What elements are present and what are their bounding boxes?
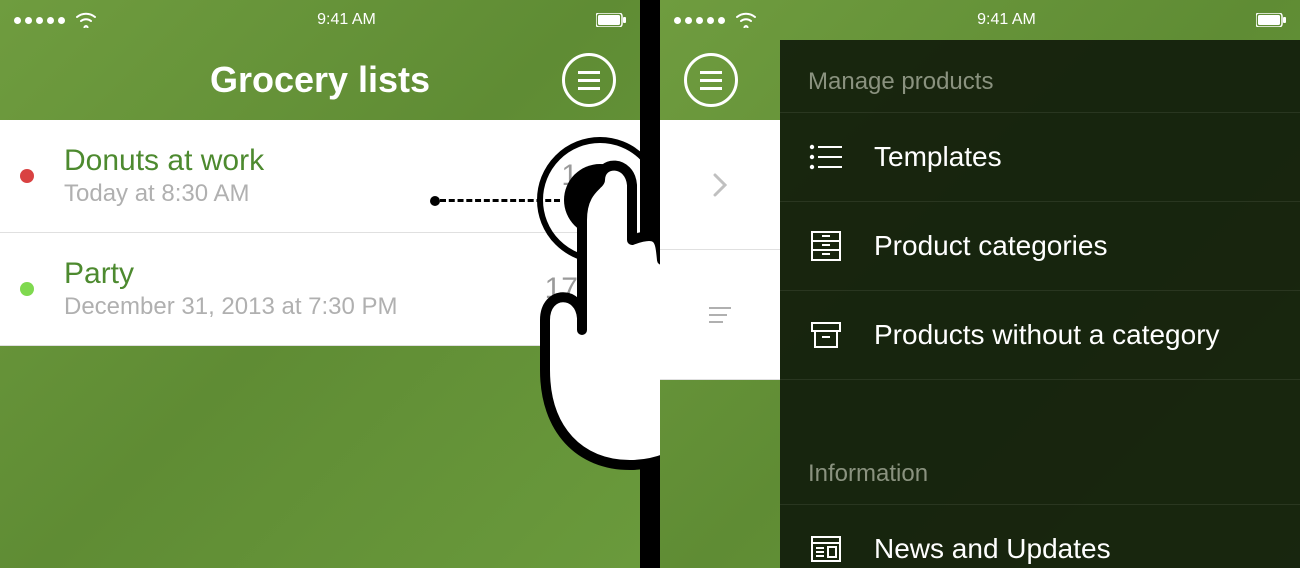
status-time: 9:41 AM <box>977 11 1036 29</box>
battery-icon <box>1256 13 1286 27</box>
lines-icon <box>709 306 731 324</box>
color-dot-icon <box>20 282 34 296</box>
grocery-list: Donuts at work Today at 8:30 AM 1 Party … <box>0 120 640 346</box>
categories-icon <box>808 228 844 264</box>
color-dot-icon <box>20 169 34 183</box>
menu-item-categories[interactable]: Product categories <box>780 202 1300 291</box>
list-item-count: 17 <box>545 272 578 306</box>
signal-dots-icon <box>14 17 65 24</box>
menu-item-templates[interactable]: Templates <box>780 113 1300 202</box>
chevron-right-icon <box>606 164 620 188</box>
archive-icon <box>808 317 844 353</box>
list-item-subtitle: Today at 8:30 AM <box>64 180 561 208</box>
list-item[interactable]: Party December 31, 2013 at 7:30 PM 17 <box>0 233 640 346</box>
wifi-icon <box>75 12 97 28</box>
list-peek <box>660 120 780 380</box>
templates-icon <box>808 139 844 175</box>
list-item[interactable]: Donuts at work Today at 8:30 AM 1 <box>0 120 640 233</box>
screen-menu-open: 9:41 AM Manage products Templates <box>660 0 1300 568</box>
nav-header: Grocery lists <box>0 40 640 120</box>
signal-dots-icon <box>674 17 725 24</box>
menu-item-label: Products without a category <box>874 319 1220 351</box>
status-time: 9:41 AM <box>317 11 376 29</box>
status-bar: 9:41 AM <box>0 0 640 40</box>
menu-item-no-category[interactable]: Products without a category <box>780 291 1300 380</box>
menu-item-news[interactable]: News and Updates <box>780 505 1300 568</box>
chevron-right-icon <box>713 173 727 197</box>
list-item-title: Party <box>64 257 545 291</box>
screen-divider <box>640 0 660 568</box>
list-item-subtitle: December 31, 2013 at 7:30 PM <box>64 293 545 321</box>
screen-grocery-lists: 9:41 AM Grocery lists Donuts at work Tod… <box>0 0 640 568</box>
menu-section-header: Manage products <box>780 40 1300 113</box>
menu-button[interactable] <box>684 53 738 107</box>
news-icon <box>808 531 844 567</box>
battery-icon <box>596 13 626 27</box>
page-title: Grocery lists <box>210 59 430 101</box>
status-bar: 9:41 AM <box>660 0 1300 40</box>
list-item-count: 1 <box>561 159 578 193</box>
list-item-title: Donuts at work <box>64 144 561 178</box>
menu-item-label: Product categories <box>874 230 1107 262</box>
wifi-icon <box>735 12 757 28</box>
menu-button[interactable] <box>562 53 616 107</box>
chevron-right-icon <box>606 277 620 301</box>
menu-item-label: Templates <box>874 141 1002 173</box>
menu-section-header: Information <box>780 432 1300 505</box>
menu-item-label: News and Updates <box>874 533 1111 565</box>
side-menu: Manage products Templates Product catego… <box>780 40 1300 568</box>
